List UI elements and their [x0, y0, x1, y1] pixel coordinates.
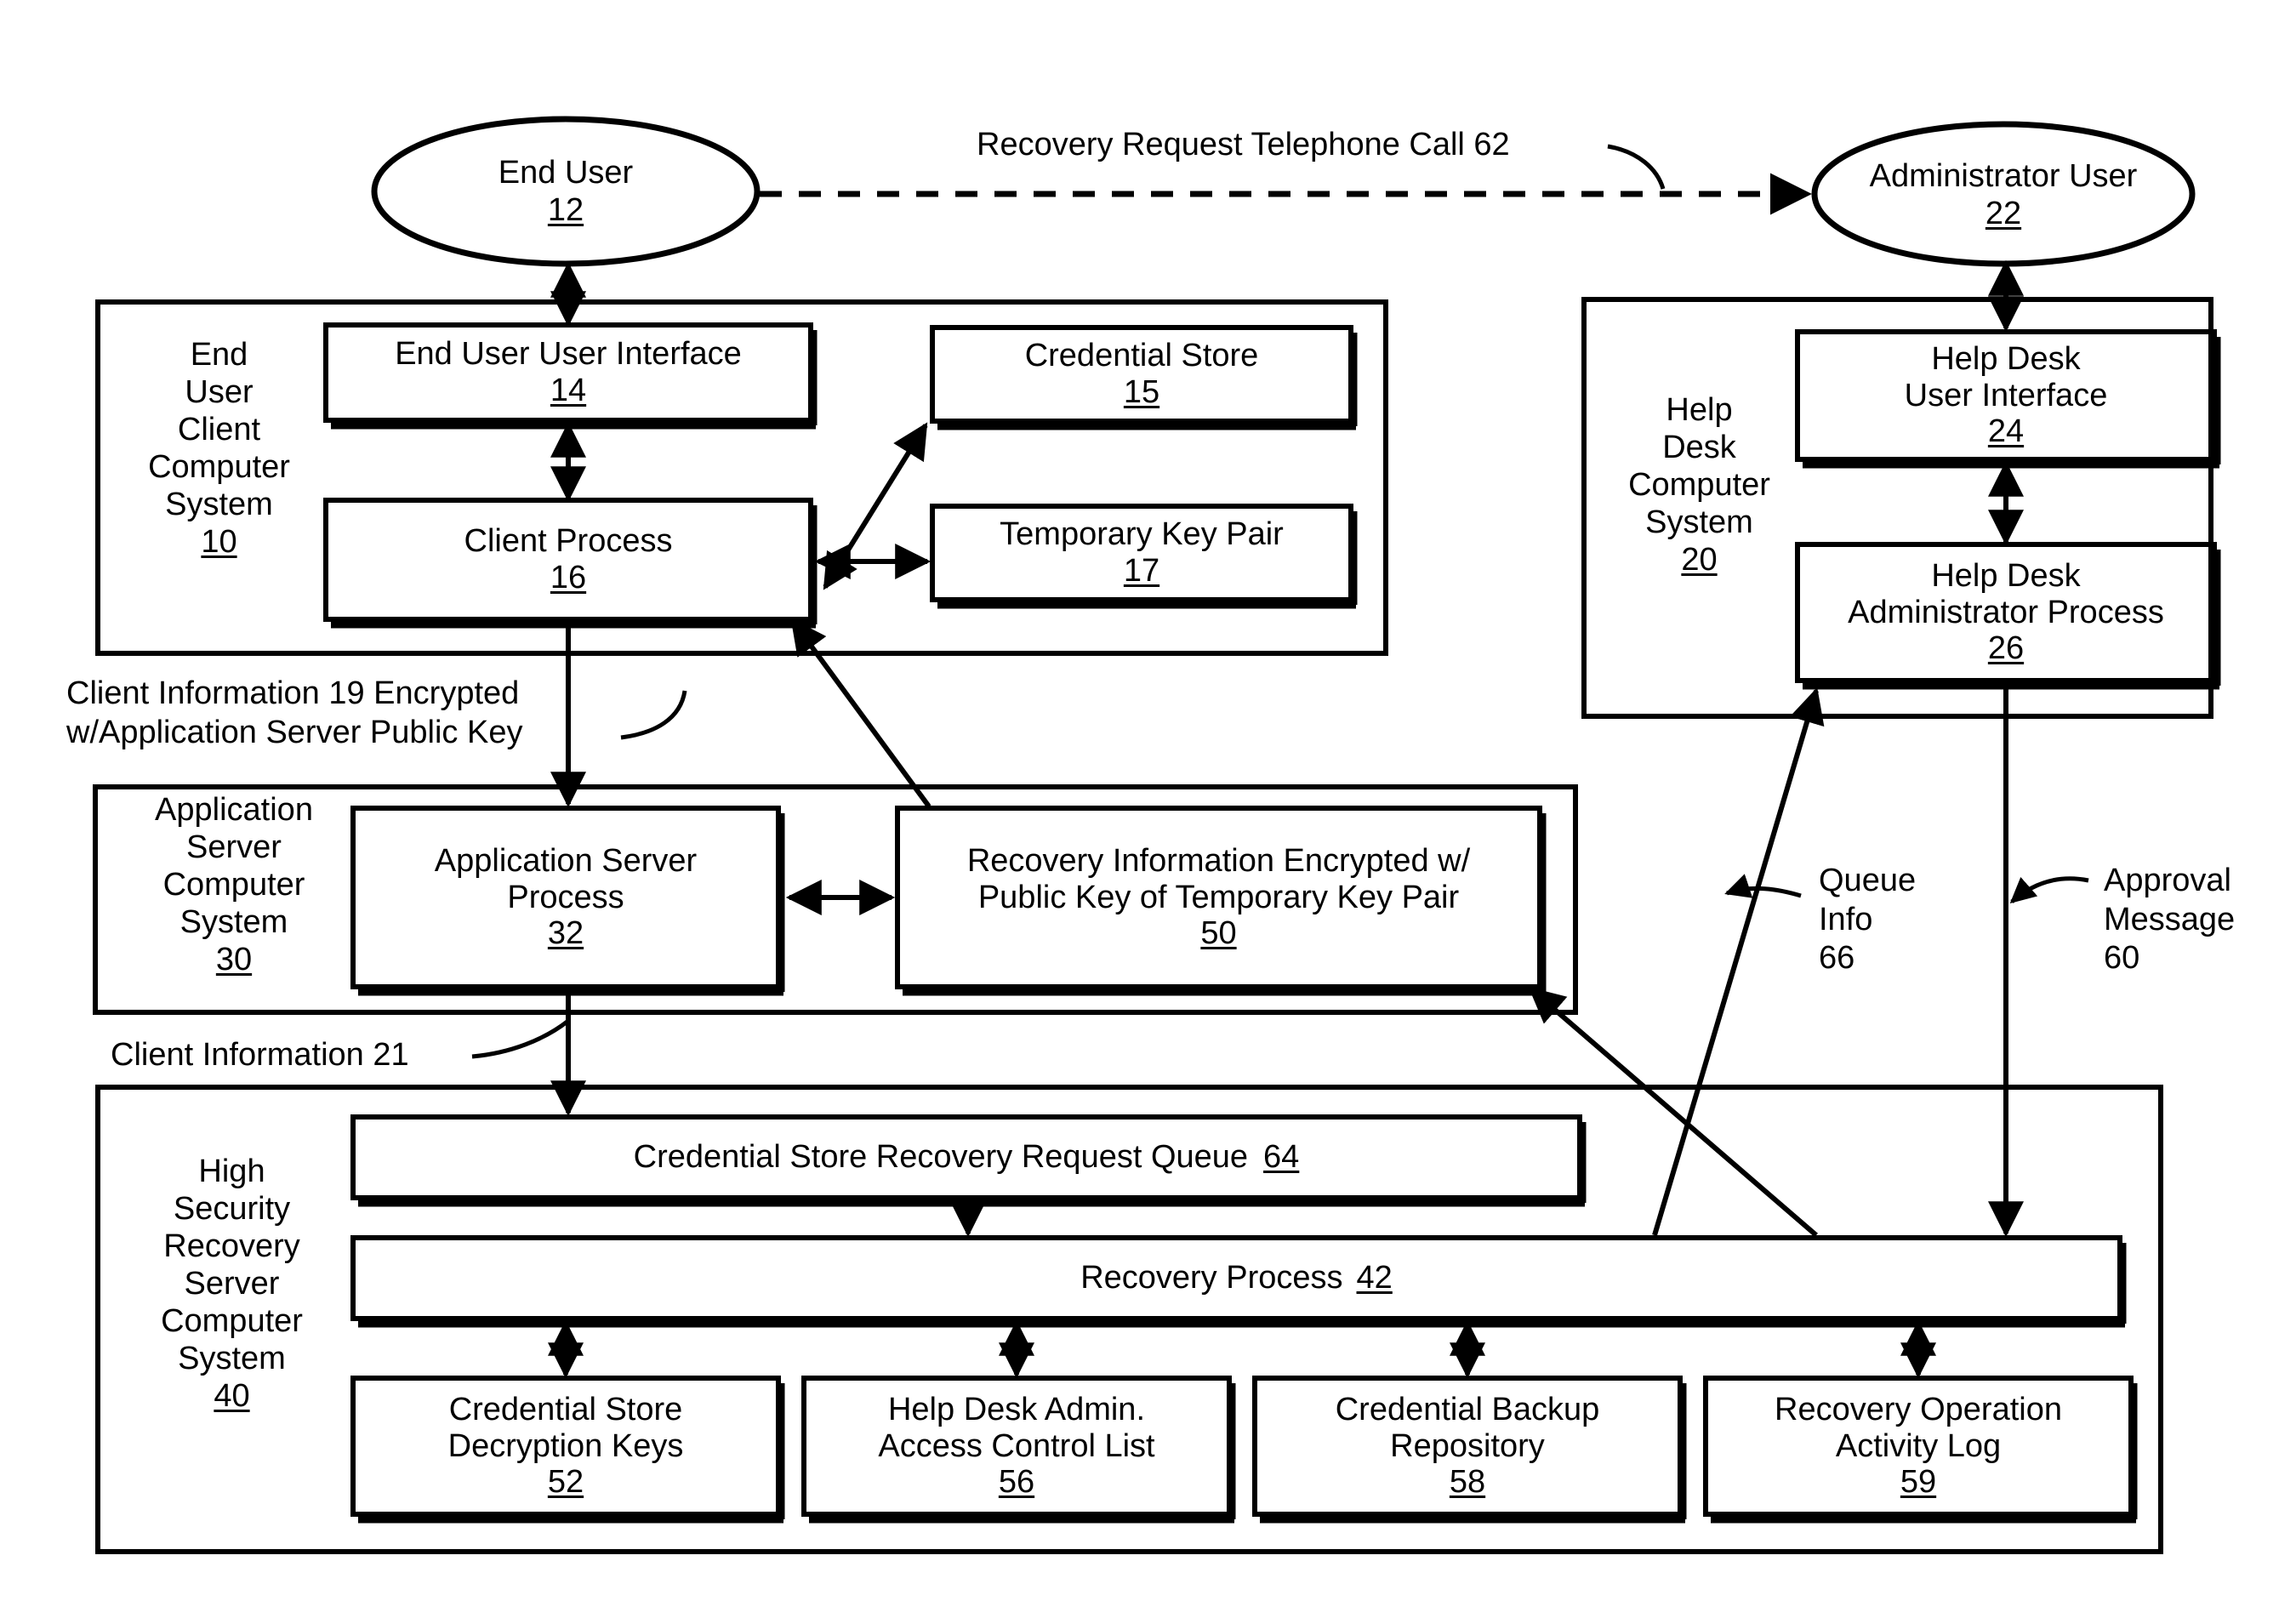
end-user-client-system-label: End User Client Computer System 10	[119, 336, 319, 625]
end-user-client-system-label-text: End User Client Computer System	[148, 337, 290, 523]
high-security-system-label: High Security Recovery Server Computer S…	[119, 1153, 345, 1493]
administrator-user-ref: 22	[1985, 195, 2022, 231]
recovery-info-to-client-process-connector	[790, 618, 932, 808]
approval-message-leader	[2009, 876, 2089, 903]
end-user-client-system-ref: 10	[201, 524, 237, 561]
application-server-system-label-text: Application Server Computer System	[155, 792, 313, 941]
client-process-box	[323, 498, 813, 622]
application-server-process-box	[350, 806, 781, 989]
queue-info-leader	[1724, 874, 1802, 898]
help-desk-admin-acl-box	[801, 1376, 1232, 1517]
credential-store-decryption-keys-box	[350, 1376, 781, 1517]
credential-backup-repository-box	[1252, 1376, 1683, 1517]
help-desk-system-label: Help Desk Computer System 20	[1608, 391, 1791, 655]
recovery-information-box	[895, 806, 1542, 989]
queue-info-connector	[1652, 687, 1825, 1236]
high-security-system-ref: 40	[214, 1378, 250, 1415]
administrator-user-label-text: Administrator User	[1869, 157, 2138, 194]
recovery-operation-activity-log-box	[1703, 1376, 2134, 1517]
administrator-user-label: Administrator User 22	[1812, 146, 2195, 244]
help-desk-administrator-process-box	[1795, 542, 2217, 683]
help-desk-system-label-text: Help Desk Computer System	[1628, 392, 1770, 541]
end-user-label-text: End User	[498, 154, 634, 191]
application-server-system-ref: 30	[215, 942, 253, 978]
figure-canvas: End User 12 Administrator User 22 End Us…	[0, 0, 2296, 1618]
temporary-key-pair-box	[930, 504, 1353, 602]
high-security-system-label-text: High Security Recovery Server Computer S…	[161, 1154, 303, 1377]
end-user-user-interface-box	[323, 322, 813, 423]
recovery-process-box	[350, 1235, 2122, 1321]
application-server-system-label: Application Server Computer System 30	[119, 791, 349, 1004]
queue-info-label: Queue Info 66	[1819, 863, 1917, 977]
end-user-label: End User 12	[374, 143, 757, 241]
recovery-request-telephone-call-label: Recovery Request Telephone Call 62	[977, 127, 1510, 162]
help-desk-system-ref: 20	[1681, 542, 1718, 578]
end-user-ref: 12	[547, 191, 584, 228]
recovery-request-queue-box	[350, 1114, 1582, 1200]
credential-store-box	[930, 325, 1353, 424]
help-desk-user-interface-box	[1795, 329, 2217, 462]
approval-message-label: Approval Message 60	[2104, 863, 2236, 977]
client-information-21-label: Client Information 21	[111, 1037, 409, 1073]
client-information-19-label: Client Information 19 Encrypted w/Applic…	[66, 675, 523, 750]
